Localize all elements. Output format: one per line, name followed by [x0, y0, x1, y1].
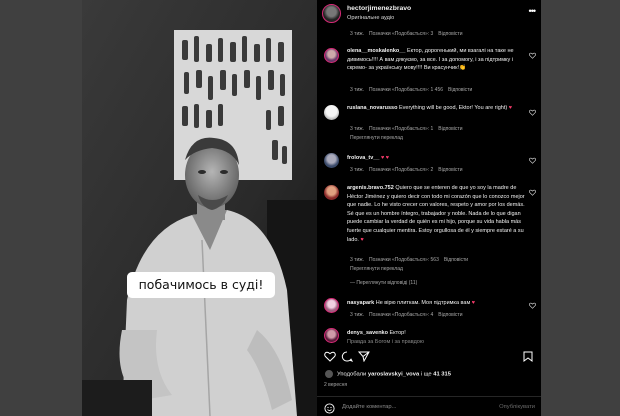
comment-reply[interactable]: Відповісти [438, 126, 462, 132]
audio-label[interactable]: Оригінальне аудіо [347, 15, 394, 21]
likes-prefix: Уподобали [337, 371, 367, 378]
comment-time: 3 тиж. [350, 126, 364, 132]
comment-text: olena__moskalenko__ Ектор, дорогенький, … [347, 47, 525, 73]
add-comment-row: Додайте коментар... Опублікувати [317, 396, 541, 416]
like-comment-icon[interactable] [529, 189, 536, 196]
comment-text: nasyapark Не вірю плиткам. Моя підтримка… [347, 300, 476, 306]
comment-meta: 3 тиж. Позначки «Подобається»: 4 Відповіст… [350, 312, 468, 318]
post-video[interactable]: побачимось в суді! [82, 0, 317, 416]
comment-text: denys_savenko Ектор! [347, 329, 525, 338]
comment-body: Quiero que se enteren de que yo soy la m… [347, 185, 525, 243]
comment-meta: 3 тиж. Позначки «Подобається»: 2 Відповіст… [350, 167, 468, 173]
video-frame [82, 0, 317, 416]
add-comment-input[interactable]: Додайте коментар... [342, 404, 396, 410]
likes-count[interactable]: 41 315 [433, 372, 451, 378]
caption-meta: 3 тиж. Позначки «Подобається»: 3 Відповіст… [350, 31, 468, 37]
comment-bubble-icon[interactable] [341, 351, 353, 362]
commenter-username[interactable]: denys_savenko [347, 330, 388, 336]
author-avatar[interactable] [322, 4, 341, 23]
commenter-username[interactable]: olena__moskalenko__ [347, 48, 405, 54]
comment-text: argenis.bravo.752 Quiero que se enteren … [347, 185, 525, 243]
comment-reply[interactable]: Відповісти [438, 167, 462, 173]
video-caption-sticker: побачимось в суді! [127, 272, 275, 298]
caption-reply[interactable]: Відповісти [438, 31, 462, 37]
comment-meta: 3 тиж. Позначки «Подобається»: 1 456 Відпо… [350, 87, 477, 93]
comment-likes[interactable]: Позначки «Подобається»: 563 [369, 257, 439, 263]
more-options-icon[interactable]: ••• [529, 6, 537, 16]
comment-likes[interactable]: Позначки «Подобається»: 1 456 [369, 87, 443, 93]
commenter-avatar[interactable] [324, 328, 339, 343]
comment-body: Не вірю плиткам. Моя підтримка вам [375, 300, 471, 306]
instagram-post-viewer: побачимось в суді! hectorjimenezbravo Ор… [0, 0, 620, 416]
liker-avatar [324, 369, 334, 379]
likes-mid: і ще [420, 371, 432, 378]
caption-likes[interactable]: Позначки «Подобається»: 3 [369, 31, 433, 37]
comment-reply[interactable]: Відповісти [438, 312, 462, 318]
comment-meta: 3 тиж. Позначки «Подобається»: 563 Відпові… [350, 257, 473, 263]
comment-time: 3 тиж. [350, 257, 364, 263]
like-heart-icon[interactable] [324, 351, 336, 362]
view-replies-label[interactable]: Переглянути відповіді (11) [356, 280, 417, 286]
comment-time: 3 тиж. [350, 167, 364, 173]
like-comment-icon[interactable] [529, 109, 536, 116]
translate-link[interactable]: Переглянути переклад [350, 135, 403, 141]
comment-text-faded: Правда за Богом і за правдою [347, 339, 424, 345]
post-actions-bar [317, 347, 541, 367]
author-username[interactable]: hectorjimenezbravo [347, 5, 411, 12]
publish-button[interactable]: Опублікувати [499, 404, 535, 410]
commenter-username[interactable]: frolova_tv__ [347, 155, 379, 161]
comment-text: ruslana_novarusso Everything will be goo… [347, 105, 512, 111]
comment-likes[interactable]: Позначки «Подобається»: 2 [369, 167, 433, 173]
post-header: hectorjimenezbravo Оригінальне аудіо ••• [317, 0, 541, 30]
comment-reply[interactable]: Відповісти [448, 87, 472, 93]
commenter-username[interactable]: ruslana_novarusso [347, 105, 397, 111]
like-comment-icon[interactable] [529, 302, 536, 309]
comment-time: 3 тиж. [350, 312, 364, 318]
commenter-avatar[interactable] [324, 105, 339, 120]
commenter-username[interactable]: argenis.bravo.752 [347, 185, 394, 191]
commenter-avatar[interactable] [324, 48, 339, 63]
comment-body: Ектор! [389, 330, 406, 336]
comments-panel: hectorjimenezbravo Оригінальне аудіо •••… [317, 0, 541, 416]
likes-summary[interactable]: Уподобали yaroslavskyi_vova і ще 41 315 [324, 369, 451, 379]
comment-meta: 3 тиж. Позначки «Подобається»: 1 Відповіст… [350, 126, 468, 132]
comment-reply[interactable]: Відповісти [444, 257, 468, 263]
view-replies-link[interactable]: — Переглянути відповіді (11) [350, 280, 422, 286]
comment-time: 3 тиж. [350, 87, 364, 93]
comment-body: Everything will be good, Ektor! You are … [398, 105, 508, 111]
save-bookmark-icon[interactable] [523, 351, 533, 362]
comment-text: frolova_tv__ ♥ ♥ [347, 154, 525, 163]
commenter-avatar[interactable] [324, 185, 339, 200]
emoji-smiley-icon[interactable] [324, 403, 335, 414]
like-comment-icon[interactable] [529, 52, 536, 59]
like-comment-icon[interactable] [529, 157, 536, 164]
heart-emoji: ♥ ♥ [380, 155, 389, 161]
translate-link[interactable]: Переглянути переклад [350, 266, 403, 272]
commenter-username[interactable]: nasyapark [347, 300, 374, 306]
comment-likes[interactable]: Позначки «Подобається»: 4 [369, 312, 433, 318]
commenter-avatar[interactable] [324, 153, 339, 168]
share-send-icon[interactable] [358, 351, 370, 362]
liker-username[interactable]: yaroslavskyi_vova [368, 372, 419, 378]
comment-likes[interactable]: Позначки «Подобається»: 1 [369, 126, 433, 132]
commenter-avatar[interactable] [324, 298, 339, 313]
post-date: 2 вересня [324, 382, 348, 388]
caption-time: 3 тиж. [350, 31, 364, 37]
